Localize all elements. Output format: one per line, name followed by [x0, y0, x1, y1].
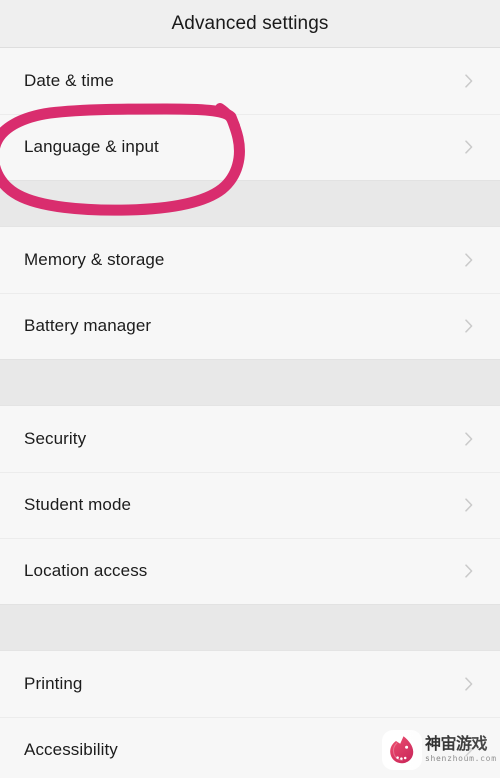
- chevron-right-icon: [460, 251, 478, 269]
- settings-row-label: Memory & storage: [24, 250, 165, 269]
- group-separator: [0, 604, 500, 651]
- group-separator: [0, 180, 500, 227]
- settings-row-location-access[interactable]: Location access: [0, 538, 500, 604]
- settings-row-memory-storage[interactable]: Memory & storage: [0, 227, 500, 293]
- settings-group: Security Student mode Location access: [0, 406, 500, 604]
- settings-row-label: Location access: [24, 561, 148, 580]
- chevron-right-icon: [460, 562, 478, 580]
- settings-row-label: Battery manager: [24, 316, 152, 335]
- chevron-right-icon: [460, 430, 478, 448]
- settings-row-label: Language & input: [24, 137, 159, 156]
- settings-row-language-input[interactable]: Language & input: [0, 114, 500, 180]
- settings-row-label: Student mode: [24, 495, 132, 514]
- settings-screen: Advanced settings Date & time Language & …: [0, 0, 500, 778]
- settings-row-security[interactable]: Security: [0, 406, 500, 472]
- chevron-right-icon: [460, 138, 478, 156]
- chevron-right-icon: [460, 72, 478, 90]
- chevron-right-icon: [460, 675, 478, 693]
- settings-row-label: Printing: [24, 674, 83, 693]
- settings-row-battery-manager[interactable]: Battery manager: [0, 293, 500, 359]
- settings-row-student-mode[interactable]: Student mode: [0, 472, 500, 538]
- settings-row-printing[interactable]: Printing: [0, 651, 500, 717]
- settings-row-label: Accessibility: [24, 740, 118, 759]
- settings-list: Date & time Language & input Memory & stor…: [0, 48, 500, 778]
- group-separator: [0, 359, 500, 406]
- chevron-right-icon: [460, 741, 478, 759]
- settings-group: Memory & storage Battery manager: [0, 227, 500, 359]
- settings-group: Date & time Language & input: [0, 48, 500, 180]
- settings-row-label: Date & time: [24, 71, 114, 90]
- settings-row-accessibility[interactable]: Accessibility: [0, 717, 500, 778]
- screen-header: Advanced settings: [0, 0, 500, 48]
- settings-row-label: Security: [24, 429, 87, 448]
- settings-group: Printing Accessibility: [0, 651, 500, 778]
- chevron-right-icon: [460, 317, 478, 335]
- page-title: Advanced settings: [171, 13, 329, 34]
- settings-row-date-time[interactable]: Date & time: [0, 48, 500, 114]
- chevron-right-icon: [460, 496, 478, 514]
